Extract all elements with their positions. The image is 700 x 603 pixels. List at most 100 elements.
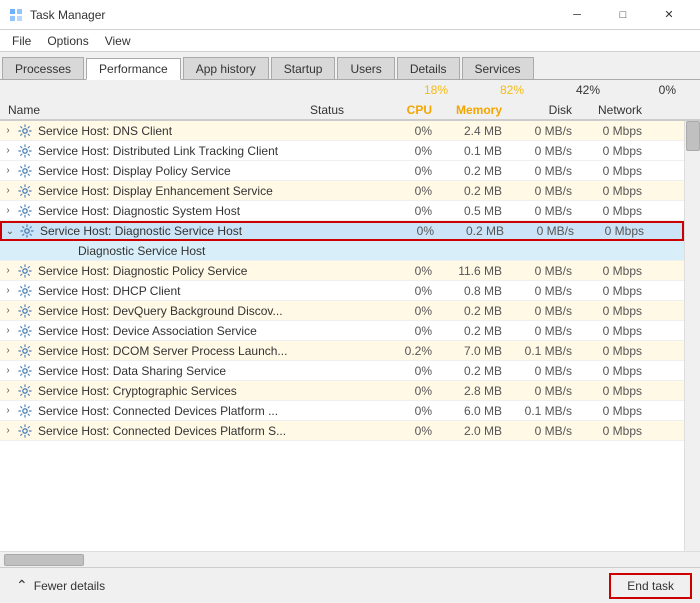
process-icon [16,182,34,200]
expand-icon[interactable]: › [0,145,16,156]
process-network: 0 Mbps [580,344,650,358]
expand-icon[interactable]: › [0,285,16,296]
vertical-scrollbar[interactable] [684,121,700,551]
expand-icon[interactable]: › [0,345,16,356]
disk-column-header[interactable]: Disk [510,103,580,117]
process-memory: 0.2 MB [440,304,510,318]
fewer-details-button[interactable]: ⌃ Fewer details [8,573,113,598]
menu-bar: File Options View [0,30,700,52]
horizontal-scrollbar-thumb[interactable] [4,554,84,566]
expand-icon[interactable]: › [0,385,16,396]
minimize-button[interactable]: ─ [554,0,600,30]
table-row[interactable]: › Service Host: DevQuery Background Disc… [0,301,684,321]
maximize-button[interactable]: □ [600,0,646,30]
process-name: Service Host: Diagnostic Service Host [40,224,312,238]
process-network: 0 Mbps [580,124,650,138]
title-bar: Task Manager ─ □ ✕ [0,0,700,30]
name-column-header[interactable]: Name [0,103,310,117]
process-icon [16,122,34,140]
horizontal-scrollbar[interactable] [0,551,700,567]
process-memory: 0.8 MB [440,284,510,298]
expand-icon[interactable]: › [0,405,16,416]
table-row[interactable]: › Service Host: DCOM Server Process Laun… [0,341,684,361]
process-cpu: 0% [380,184,440,198]
memory-column-header[interactable]: Memory [440,103,510,117]
process-cpu: 0% [380,144,440,158]
expand-icon[interactable]: › [0,425,16,436]
expand-icon[interactable]: › [0,365,16,376]
process-cpu: 0% [380,304,440,318]
tab-details[interactable]: Details [397,57,460,79]
tab-users[interactable]: Users [337,57,394,79]
expand-icon[interactable]: › [0,185,16,196]
table-row[interactable]: › Service Host: Diagnostic System Host0%… [0,201,684,221]
table-row[interactable]: › Service Host: Distributed Link Trackin… [0,141,684,161]
network-percentage: 0% [608,83,684,97]
process-icon [16,362,34,380]
process-cpu: 0% [380,204,440,218]
process-disk: 0 MB/s [510,324,580,338]
process-memory: 2.4 MB [440,124,510,138]
cpu-column-header[interactable]: CPU [380,103,440,117]
expand-icon[interactable]: › [0,165,16,176]
process-network: 0 Mbps [580,204,650,218]
process-name: Service Host: Data Sharing Service [38,364,310,378]
end-task-button[interactable]: End task [609,573,692,599]
table-row[interactable]: Diagnostic Service Host [0,241,684,261]
expand-icon[interactable]: › [0,265,16,276]
process-memory: 0.2 MB [440,184,510,198]
process-icon [16,322,34,340]
process-disk: 0 MB/s [510,384,580,398]
process-memory: 7.0 MB [440,344,510,358]
header-percentages: 18% 82% 42% 0% [0,80,700,100]
process-network: 0 Mbps [580,404,650,418]
process-network: 0 Mbps [580,144,650,158]
process-name: Service Host: Display Policy Service [38,164,310,178]
expand-icon[interactable]: › [0,305,16,316]
table-row[interactable]: › Service Host: Data Sharing Service0%0.… [0,361,684,381]
process-cpu: 0% [380,264,440,278]
tab-performance[interactable]: Performance [86,58,181,80]
table-row[interactable]: › Service Host: Diagnostic Policy Servic… [0,261,684,281]
expand-icon[interactable]: › [0,205,16,216]
menu-file[interactable]: File [4,32,39,50]
menu-options[interactable]: Options [39,32,96,50]
table-row[interactable]: › Service Host: Device Association Servi… [0,321,684,341]
table-row[interactable]: ⌄ Service Host: Diagnostic Service Host 0… [0,221,684,241]
network-column-header[interactable]: Network [580,103,650,117]
process-network: 0 Mbps [580,424,650,438]
process-name: Service Host: Connected Devices Platform… [38,404,310,418]
table-row[interactable]: › Service Host: Connected Devices Platfo… [0,401,684,421]
process-memory: 0.2 MB [442,224,512,238]
process-name: Service Host: DCOM Server Process Launch… [38,344,310,358]
table-row[interactable]: › Service Host: DHCP Client0%0.8 MB0 MB/… [0,281,684,301]
process-memory: 0.5 MB [440,204,510,218]
process-icon [16,342,34,360]
table-row[interactable]: › Service Host: Display Enhancement Serv… [0,181,684,201]
process-disk: 0.1 MB/s [510,404,580,418]
expand-icon[interactable]: › [0,125,16,136]
cpu-percentage: 18% [380,83,456,97]
tab-app-history[interactable]: App history [183,57,269,79]
process-memory: 0.2 MB [440,324,510,338]
tab-services[interactable]: Services [462,57,534,79]
close-button[interactable]: ✕ [646,0,692,30]
process-cpu: 0% [380,364,440,378]
header-labels: Name Status CPU Memory Disk Network [0,100,700,120]
expand-icon[interactable]: ⌄ [2,226,18,237]
tab-startup[interactable]: Startup [271,57,336,79]
process-cpu: 0% [380,284,440,298]
process-disk: 0 MB/s [510,144,580,158]
menu-view[interactable]: View [97,32,139,50]
scrollbar-thumb[interactable] [686,121,700,151]
table-row[interactable]: › Service Host: Connected Devices Platfo… [0,421,684,441]
table-row[interactable]: › Service Host: Display Policy Service0%… [0,161,684,181]
table-row[interactable]: › Service Host: DNS Client0%2.4 MB0 MB/s… [0,121,684,141]
status-column-header[interactable]: Status [310,103,380,117]
tab-processes[interactable]: Processes [2,57,84,79]
process-cpu: 0% [380,424,440,438]
table-row[interactable]: › Service Host: Cryptographic Services0%… [0,381,684,401]
process-memory: 2.8 MB [440,384,510,398]
process-network: 0 Mbps [580,164,650,178]
expand-icon[interactable]: › [0,325,16,336]
